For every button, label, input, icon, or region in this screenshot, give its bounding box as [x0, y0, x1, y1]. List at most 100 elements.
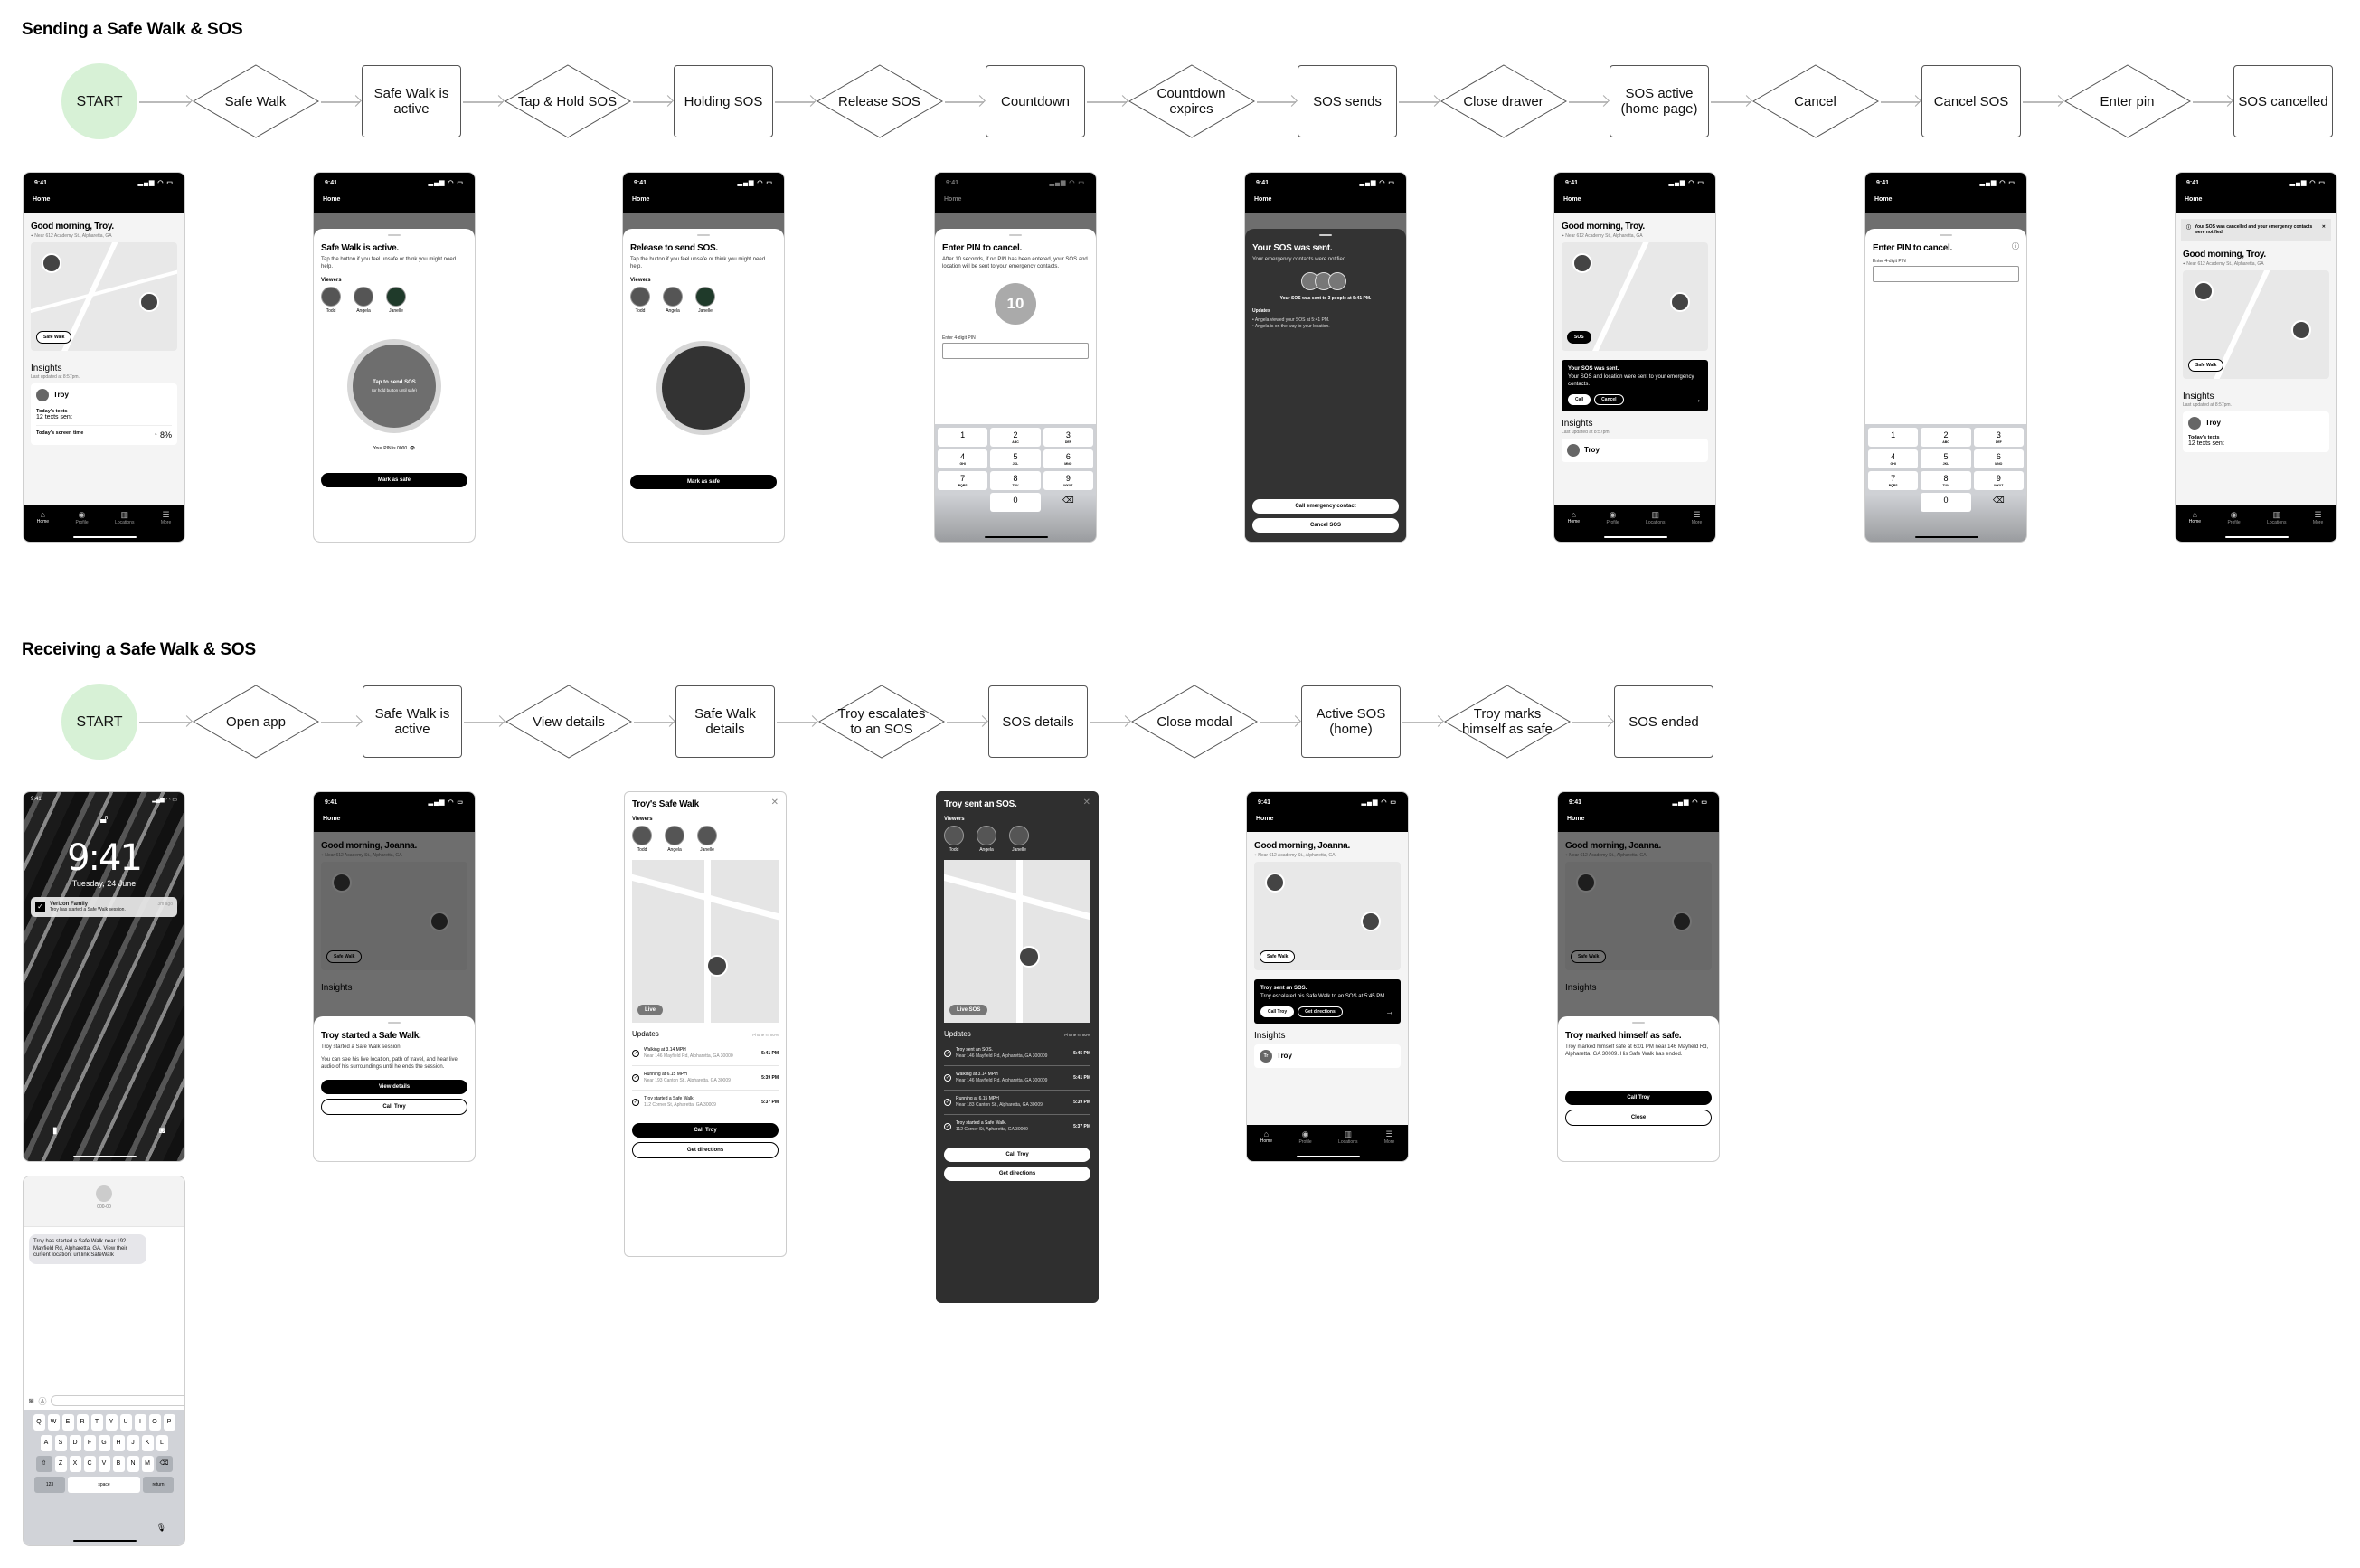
nav-home[interactable]: ⌂ Home: [2189, 510, 2201, 542]
key-z[interactable]: Z: [54, 1456, 67, 1472]
safe-walk-button[interactable]: Safe Walk: [1260, 950, 1296, 963]
key-h[interactable]: H: [112, 1435, 125, 1451]
key-r[interactable]: R: [76, 1414, 89, 1431]
map-pin-contact[interactable]: [1572, 253, 1592, 273]
close-icon[interactable]: ✕: [2322, 224, 2326, 235]
viewer-angela[interactable]: Angela: [977, 826, 996, 853]
nav-more[interactable]: ☰ More: [161, 510, 171, 542]
viewer-angela[interactable]: Angela: [663, 287, 683, 314]
key-g[interactable]: G: [98, 1435, 110, 1451]
key-1[interactable]: 1: [938, 428, 988, 447]
map-pin-troy[interactable]: [706, 955, 728, 977]
key-p[interactable]: P: [163, 1414, 175, 1431]
key-6[interactable]: 6 MNO: [1973, 449, 2024, 468]
sos-alert-card[interactable]: Your SOS was sent. Your SOS and location …: [1562, 360, 1708, 411]
sheet-handle[interactable]: [1319, 234, 1332, 236]
insight-card[interactable]: Troy Today's texts 12 texts sent Today's…: [31, 383, 177, 445]
key-i[interactable]: I: [134, 1414, 146, 1431]
key-l[interactable]: L: [156, 1435, 168, 1451]
key-e[interactable]: E: [61, 1414, 74, 1431]
call-troy-button[interactable]: Call Troy: [944, 1148, 1090, 1162]
key-s[interactable]: S: [54, 1435, 67, 1451]
sos-button[interactable]: Tap to send SOS (or hold button until saf…: [347, 339, 441, 433]
key-3[interactable]: 3 DEF: [1043, 428, 1093, 447]
key-d[interactable]: D: [69, 1435, 81, 1451]
sheet-handle[interactable]: [697, 234, 710, 236]
map-pin-contact[interactable]: [42, 253, 61, 273]
close-icon[interactable]: ✕: [771, 798, 779, 808]
key-7[interactable]: 7 PQRS: [1868, 471, 1919, 490]
pin-input[interactable]: [942, 343, 1089, 359]
get-directions-button[interactable]: Get directions: [944, 1167, 1090, 1181]
viewer-todd[interactable]: Todd: [630, 287, 650, 314]
mark-safe-button[interactable]: Mark as safe: [630, 475, 777, 489]
cancel-sos-button[interactable]: Cancel SOS: [1252, 518, 1399, 533]
insight-card[interactable]: Troy Today's texts 12 texts sent: [2183, 411, 2329, 452]
call-troy-button[interactable]: Call Troy: [321, 1099, 467, 1115]
key-8[interactable]: 8 TUV: [1921, 471, 1971, 490]
key-4[interactable]: 4 GHI: [1868, 449, 1919, 468]
safe-walk-button[interactable]: Safe Walk: [36, 331, 72, 344]
key-space[interactable]: space: [68, 1477, 140, 1493]
key-8[interactable]: 8 TUV: [990, 471, 1041, 490]
camera-icon[interactable]: ◙: [159, 1126, 165, 1136]
key-y[interactable]: Y: [105, 1414, 118, 1431]
info-icon[interactable]: ⓘ: [2012, 241, 2019, 251]
sheet-handle[interactable]: [1940, 234, 1952, 236]
key-c[interactable]: C: [83, 1456, 96, 1472]
map-pin-troy[interactable]: [1018, 946, 1040, 968]
viewer-todd[interactable]: Todd: [632, 826, 652, 853]
insight-card[interactable]: Troy: [1562, 439, 1708, 462]
sos-button-held[interactable]: [656, 341, 750, 435]
mark-safe-button[interactable]: Mark as safe: [321, 473, 467, 487]
nav-home[interactable]: ⌂ Home: [1568, 510, 1580, 542]
nav-more[interactable]: ☰ More: [2313, 510, 2323, 542]
call-troy-button[interactable]: Call Troy: [1260, 1006, 1295, 1017]
cancel-button[interactable]: Cancel: [1594, 394, 1624, 405]
key-n[interactable]: N: [127, 1456, 139, 1472]
key-0[interactable]: 0: [1921, 493, 1971, 512]
key-v[interactable]: V: [98, 1456, 110, 1472]
get-directions-button[interactable]: Get directions: [632, 1142, 779, 1158]
viewer-janelle[interactable]: Janelle: [386, 287, 406, 314]
key-w[interactable]: W: [47, 1414, 60, 1431]
sheet-handle[interactable]: [388, 234, 401, 236]
map[interactable]: Safe Walk: [31, 242, 177, 351]
call-troy-button[interactable]: Call Troy: [632, 1123, 779, 1138]
live-map[interactable]: Live SOS: [944, 860, 1090, 1023]
key-7[interactable]: 7 PQRS: [938, 471, 988, 490]
flashlight-icon[interactable]: ▮: [52, 1126, 58, 1136]
camera-icon[interactable]: ◙: [29, 1396, 33, 1405]
key-return[interactable]: return: [143, 1477, 174, 1493]
key-m[interactable]: M: [141, 1456, 154, 1472]
viewer-angela[interactable]: Angela: [665, 826, 684, 853]
map-pin-troy[interactable]: [139, 292, 159, 312]
backspace-key[interactable]: ⌫: [1043, 493, 1093, 512]
viewer-todd[interactable]: Todd: [944, 826, 964, 853]
insight-card[interactable]: Tr Troy: [1254, 1044, 1401, 1068]
nav-home[interactable]: ⌂ Home: [1260, 1129, 1272, 1161]
viewer-janelle[interactable]: Janelle: [695, 287, 715, 314]
key-9[interactable]: 9 WXYZ: [1043, 471, 1093, 490]
key-2[interactable]: 2 ABC: [990, 428, 1041, 447]
arrow-right-icon[interactable]: →: [1693, 395, 1702, 405]
key-4[interactable]: 4 GHI: [938, 449, 988, 468]
pin-input[interactable]: [1873, 266, 2019, 282]
key-k[interactable]: K: [141, 1435, 154, 1451]
viewer-angela[interactable]: Angela: [354, 287, 373, 314]
call-button[interactable]: Call: [1568, 394, 1591, 405]
viewer-janelle[interactable]: Janelle: [697, 826, 717, 853]
backspace-key[interactable]: ⌫: [1974, 493, 2024, 512]
get-directions-button[interactable]: Get directions: [1298, 1006, 1343, 1017]
key-o[interactable]: O: [148, 1414, 161, 1431]
key-t[interactable]: T: [90, 1414, 103, 1431]
key-123[interactable]: 123: [34, 1477, 65, 1493]
nav-more[interactable]: ☰ More: [1384, 1129, 1394, 1161]
nav-more[interactable]: ☰ More: [1692, 510, 1702, 542]
key-3[interactable]: 3 DEF: [1973, 428, 2024, 447]
call-emergency-contact-button[interactable]: Call emergency contact: [1252, 499, 1399, 514]
sos-alert-card[interactable]: Troy sent an SOS. Troy escalated his Safe…: [1254, 979, 1401, 1024]
view-details-button[interactable]: View details: [321, 1080, 467, 1094]
close-icon[interactable]: ✕: [1083, 798, 1090, 808]
key-0[interactable]: 0: [990, 493, 1041, 512]
